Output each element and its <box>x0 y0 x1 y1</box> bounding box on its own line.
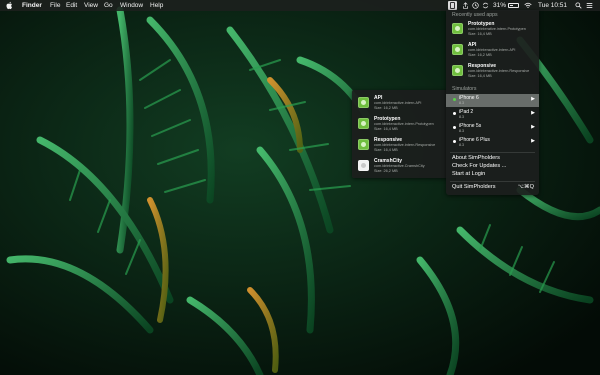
submenu-arrow-icon: ▶ <box>531 124 535 130</box>
menu-view[interactable]: View <box>84 0 98 11</box>
share-icon[interactable] <box>462 2 469 9</box>
app-bundle-id: com.idrinteractive.intern.Responsive <box>468 69 530 73</box>
simulators-header: Simulators <box>452 86 477 92</box>
menu-window[interactable]: Window <box>120 0 143 11</box>
app-icon <box>358 160 369 171</box>
menu-help[interactable]: Help <box>150 0 163 11</box>
app-size: Size: 16,2 MB <box>468 53 492 57</box>
menu-go[interactable]: Go <box>104 0 113 11</box>
status-dot <box>453 140 456 143</box>
list-icon[interactable] <box>586 2 593 9</box>
simpholders-icon[interactable] <box>448 1 457 10</box>
list-item[interactable]: CramshCity com.idrinteractive.CramshCity… <box>352 157 450 177</box>
divider <box>450 152 535 153</box>
simulator-version: 8.3 <box>459 129 464 133</box>
list-item[interactable]: Prototypen com.idrinteractive.intern.Pro… <box>352 115 450 135</box>
submenu-arrow-icon: ▶ <box>531 96 535 102</box>
apps-submenu: API com.idrinteractive.intern.API Size: … <box>352 90 450 178</box>
status-dot <box>453 126 456 129</box>
app-bundle-id: com.idrinteractive.intern.Responsive <box>374 143 436 147</box>
sync-icon[interactable] <box>482 2 489 9</box>
app-size: Size: 16,4 MB <box>374 148 398 152</box>
quit-menu-item[interactable]: Quit SimPholders <box>452 184 496 190</box>
status-dot <box>453 112 456 115</box>
list-item[interactable]: API com.idrinteractive.intern.API Size: … <box>352 94 450 114</box>
app-icon <box>358 97 369 108</box>
clock[interactable]: Tue 10:51 <box>538 0 567 11</box>
simulator-item[interactable]: iPhone 6 8.3 ▶ <box>446 94 539 107</box>
app-size: Size: 16,4 MB <box>468 74 492 78</box>
recent-apps-header: Recently used apps <box>452 12 498 18</box>
menu-finder[interactable]: Finder <box>22 0 42 11</box>
simulator-version: 8.3 <box>459 101 464 105</box>
simulator-version: 8.3 <box>459 143 464 147</box>
app-icon <box>452 65 463 76</box>
menu-edit[interactable]: Edit <box>66 0 77 11</box>
app-size: Size: 16,4 MB <box>374 127 398 131</box>
divider <box>450 181 535 182</box>
submenu-arrow-icon: ▶ <box>531 110 535 116</box>
app-bundle-id: com.idrinteractive.intern.API <box>468 48 516 52</box>
app-size: Size: 16,2 MB <box>374 106 398 110</box>
start-at-login-menu-item[interactable]: Start at Login <box>452 171 485 177</box>
app-icon <box>358 139 369 150</box>
list-item[interactable]: Responsive com.idrinteractive.intern.Res… <box>352 136 450 156</box>
simulator-item[interactable]: iPad 2 8.3 ▶ <box>446 108 539 121</box>
simulator-version: 8.3 <box>459 115 464 119</box>
wifi-icon[interactable] <box>524 2 532 9</box>
app-icon <box>452 23 463 34</box>
submenu-arrow-icon: ▶ <box>531 138 535 144</box>
app-size: Size: 16,4 MB <box>468 32 492 36</box>
app-icon <box>452 44 463 55</box>
app-bundle-id: com.idrinterative.intern.Prototypen <box>468 27 526 31</box>
list-item[interactable]: API com.idrinteractive.intern.API Size: … <box>446 41 539 61</box>
search-icon[interactable] <box>575 2 582 9</box>
simulator-item[interactable]: iPhone 5s 8.3 ▶ <box>446 122 539 135</box>
app-icon <box>358 118 369 129</box>
about-menu-item[interactable]: About SimPholders <box>452 155 500 161</box>
quit-shortcut: ⌥⌘Q <box>517 184 534 190</box>
app-bundle-id: com.idrinteractive.intern.API <box>374 101 422 105</box>
simulator-item[interactable]: iPhone 6 Plus 8.3 ▶ <box>446 136 539 149</box>
list-item[interactable]: Prototypen com.idrinterative.intern.Prot… <box>446 20 539 40</box>
list-item[interactable]: Responsive com.idrinteractive.intern.Res… <box>446 62 539 82</box>
check-updates-menu-item[interactable]: Check For Updates ... <box>452 163 506 169</box>
apple-icon[interactable] <box>6 0 13 14</box>
app-size: Size: 26,2 MB <box>374 169 398 173</box>
menu-file[interactable]: File <box>50 0 60 11</box>
simpholders-menu: Recently used apps Prototypen com.idrint… <box>446 10 539 195</box>
app-bundle-id: com.idrinteractive.CramshCity <box>374 164 425 168</box>
battery-icon[interactable] <box>508 3 519 8</box>
time-machine-icon[interactable] <box>472 2 479 9</box>
status-dot <box>453 98 456 101</box>
app-bundle-id: com.idrinteractive.intern.Prototypen <box>374 122 434 126</box>
